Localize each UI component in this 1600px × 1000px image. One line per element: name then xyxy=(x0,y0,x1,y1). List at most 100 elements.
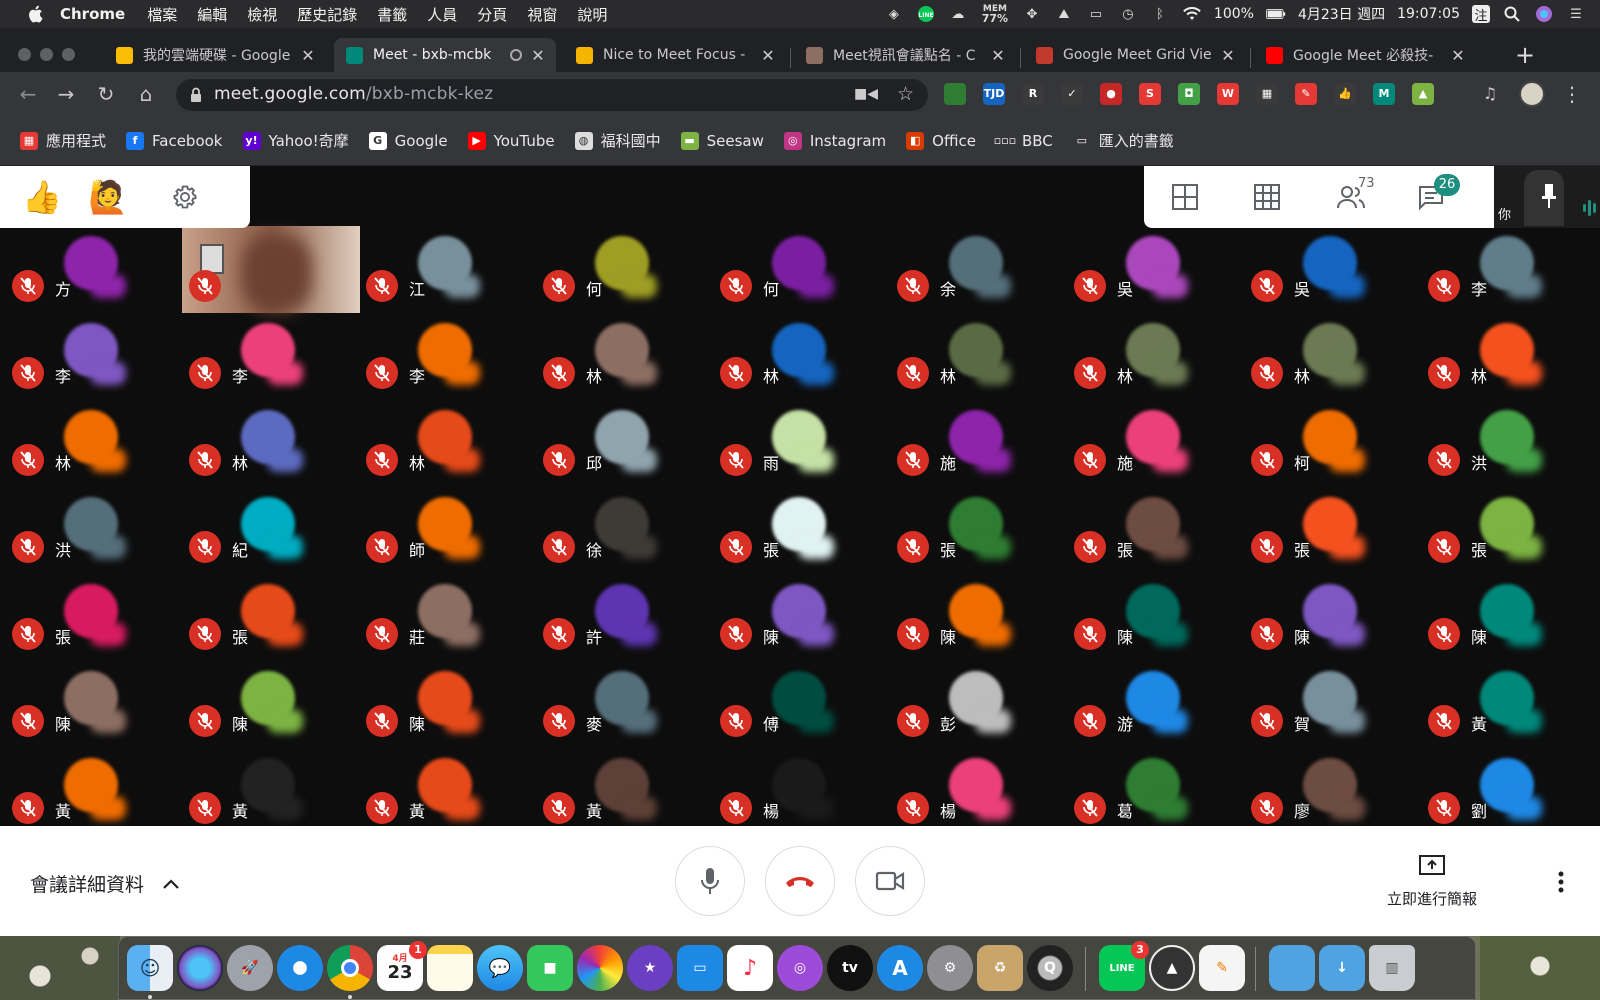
participant-tile[interactable]: 張 xyxy=(1239,487,1415,574)
siri-icon[interactable] xyxy=(177,945,223,991)
quicktime-icon[interactable]: Q xyxy=(1027,945,1073,991)
tab-close-icon[interactable]: ✕ xyxy=(530,46,546,65)
participant-tile[interactable]: 洪 xyxy=(1416,400,1592,487)
address-bar[interactable]: meet.google.com/bxb-mcbk-kez ■◀ ☆ xyxy=(176,79,928,111)
participant-tile[interactable]: 江 xyxy=(354,226,530,313)
participant-tile[interactable]: 吳 xyxy=(1062,226,1238,313)
participant-tile[interactable]: 柯 xyxy=(1239,400,1415,487)
bookmark-item-4[interactable]: G Google xyxy=(368,131,448,150)
self-view-tile[interactable]: 你 xyxy=(1494,166,1600,228)
tab-close-icon[interactable]: ✕ xyxy=(760,46,776,65)
spotlight-search-icon[interactable] xyxy=(1502,5,1522,23)
participant-tile[interactable]: 張 xyxy=(177,574,353,661)
extension-icon-1[interactable] xyxy=(944,83,966,105)
launchpad-icon[interactable]: 🚀 xyxy=(227,945,273,991)
notes-icon[interactable] xyxy=(427,945,473,991)
participant-tile[interactable]: 李 xyxy=(1416,226,1592,313)
extension-icon-13[interactable]: ▲ xyxy=(1412,83,1434,105)
participant-tile[interactable]: 張 xyxy=(0,574,176,661)
tab-close-icon[interactable]: ✕ xyxy=(1220,46,1236,65)
camera-in-use-icon[interactable]: ■◀ xyxy=(854,86,878,102)
participant-tile[interactable]: 林 xyxy=(177,400,353,487)
wifi-icon[interactable] xyxy=(1182,5,1202,23)
time-machine-icon[interactable]: ◷ xyxy=(1118,5,1138,23)
extension-icon-3[interactable]: R xyxy=(1022,83,1044,105)
raise-hand-reaction-button[interactable]: 🙋 xyxy=(88,177,128,217)
archive-utility-icon[interactable]: ♻ xyxy=(977,945,1023,991)
participant-tile[interactable]: 游 xyxy=(1062,661,1238,748)
siri-icon[interactable] xyxy=(1534,5,1554,23)
tiled-layout-button[interactable] xyxy=(1168,180,1202,214)
menu-history[interactable]: 歷史記錄 xyxy=(297,4,357,25)
participant-tile[interactable]: 何 xyxy=(531,226,707,313)
app-store-icon[interactable]: A xyxy=(877,945,923,991)
participant-tile[interactable]: 施 xyxy=(885,400,1061,487)
menu-bookmarks[interactable]: 書籤 xyxy=(377,4,407,25)
extension-icon-10[interactable]: ✎ xyxy=(1295,83,1317,105)
trash-icon[interactable]: ▥ xyxy=(1369,945,1415,991)
downloads-folder-icon[interactable]: ↓ xyxy=(1319,945,1365,991)
imovie-icon[interactable]: ★ xyxy=(627,945,673,991)
bookmark-item-11[interactable]: ▭ 匯入的書籤 xyxy=(1072,130,1174,151)
participant-tile[interactable]: 林 xyxy=(1416,313,1592,400)
music-icon[interactable]: ♪ xyxy=(727,945,773,991)
participant-tile[interactable]: 林 xyxy=(0,400,176,487)
menu-edit[interactable]: 編輯 xyxy=(197,4,227,25)
participant-tile[interactable]: 黃 xyxy=(354,748,530,826)
participant-tile[interactable]: 廖 xyxy=(1239,748,1415,826)
participant-tile[interactable]: 林 xyxy=(1239,313,1415,400)
system-preferences-icon[interactable]: ⚙ xyxy=(927,945,973,991)
menubar-clock[interactable]: 19:07:05 xyxy=(1397,6,1460,22)
forward-button[interactable]: → xyxy=(52,80,80,108)
safari-icon[interactable]: ✦ xyxy=(277,945,323,991)
participant-tile[interactable]: 林 xyxy=(1062,313,1238,400)
participant-tile[interactable]: 楊 xyxy=(885,748,1061,826)
menu-view[interactable]: 檢視 xyxy=(247,4,277,25)
tab-close-icon[interactable]: ✕ xyxy=(990,46,1006,65)
tab-3[interactable]: Nice to Meet Focus - ✕ xyxy=(564,38,786,72)
extension-icon-11[interactable]: 👍 xyxy=(1334,83,1356,105)
chat-button[interactable]: 26 xyxy=(1414,174,1460,214)
calendar-icon[interactable]: 4月 23 1 xyxy=(377,941,427,991)
media-controls-icon[interactable]: ♫ xyxy=(1476,80,1504,108)
participant-tile[interactable] xyxy=(177,226,360,313)
participant-tile[interactable]: 陳 xyxy=(885,574,1061,661)
participant-tile[interactable]: 李 xyxy=(177,313,353,400)
minimize-window-button[interactable] xyxy=(40,48,53,61)
back-button[interactable]: ← xyxy=(14,80,42,108)
line-app-icon[interactable]: LINE 3 xyxy=(1099,941,1149,991)
participant-tile[interactable]: 方 xyxy=(0,226,176,313)
tab-close-icon[interactable]: ✕ xyxy=(300,46,316,65)
participant-tile[interactable]: 徐 xyxy=(531,487,707,574)
home-button[interactable]: ⌂ xyxy=(132,80,160,108)
photos-icon[interactable] xyxy=(577,945,623,991)
participant-tile[interactable]: 張 xyxy=(885,487,1061,574)
reload-button[interactable]: ↻ xyxy=(92,80,120,108)
new-tab-button[interactable]: + xyxy=(1510,40,1540,70)
tab-close-icon[interactable]: ✕ xyxy=(1450,46,1466,65)
participant-tile[interactable]: 許 xyxy=(531,574,707,661)
apple-menu-icon[interactable] xyxy=(24,3,46,25)
cloud-upload-icon[interactable]: ☁ xyxy=(948,5,968,23)
microphone-button[interactable] xyxy=(675,846,745,916)
bookmark-item-3[interactable]: y! Yahoo!奇摩 xyxy=(242,130,349,151)
notification-center-icon[interactable]: ☰ xyxy=(1566,5,1586,23)
extension-icon-12[interactable]: M xyxy=(1373,83,1395,105)
finder-icon[interactable]: ☺ xyxy=(127,945,173,991)
apple-tv-icon[interactable]: tv xyxy=(827,945,873,991)
participant-tile[interactable]: 賀 xyxy=(1239,661,1415,748)
menu-file[interactable]: 檔案 xyxy=(147,4,177,25)
present-now-button[interactable]: 立即進行簡報 xyxy=(1382,854,1482,909)
tab-4[interactable]: Meet視訊會議點名 - C ✕ xyxy=(794,38,1016,72)
tab-1[interactable]: 我的雲端硬碟 - Google ✕ xyxy=(104,38,326,72)
menubar-date[interactable]: 4月23日 週四 xyxy=(1298,4,1385,24)
bookmark-item-7[interactable]: ▬ Seesaw xyxy=(680,131,764,150)
camera-button[interactable] xyxy=(855,846,925,916)
bookmark-item-6[interactable]: ◍ 福科國中 xyxy=(574,130,661,151)
participant-tile[interactable]: 莊 xyxy=(354,574,530,661)
messages-icon[interactable]: 💬 xyxy=(477,945,523,991)
bookmark-item-1[interactable]: ▦ 應用程式 xyxy=(20,130,106,151)
participant-tile[interactable]: 陳 xyxy=(177,661,353,748)
bluetooth-icon[interactable]: ᛒ xyxy=(1150,5,1170,23)
memory-meter-icon[interactable]: MEM 77% xyxy=(980,5,1010,25)
